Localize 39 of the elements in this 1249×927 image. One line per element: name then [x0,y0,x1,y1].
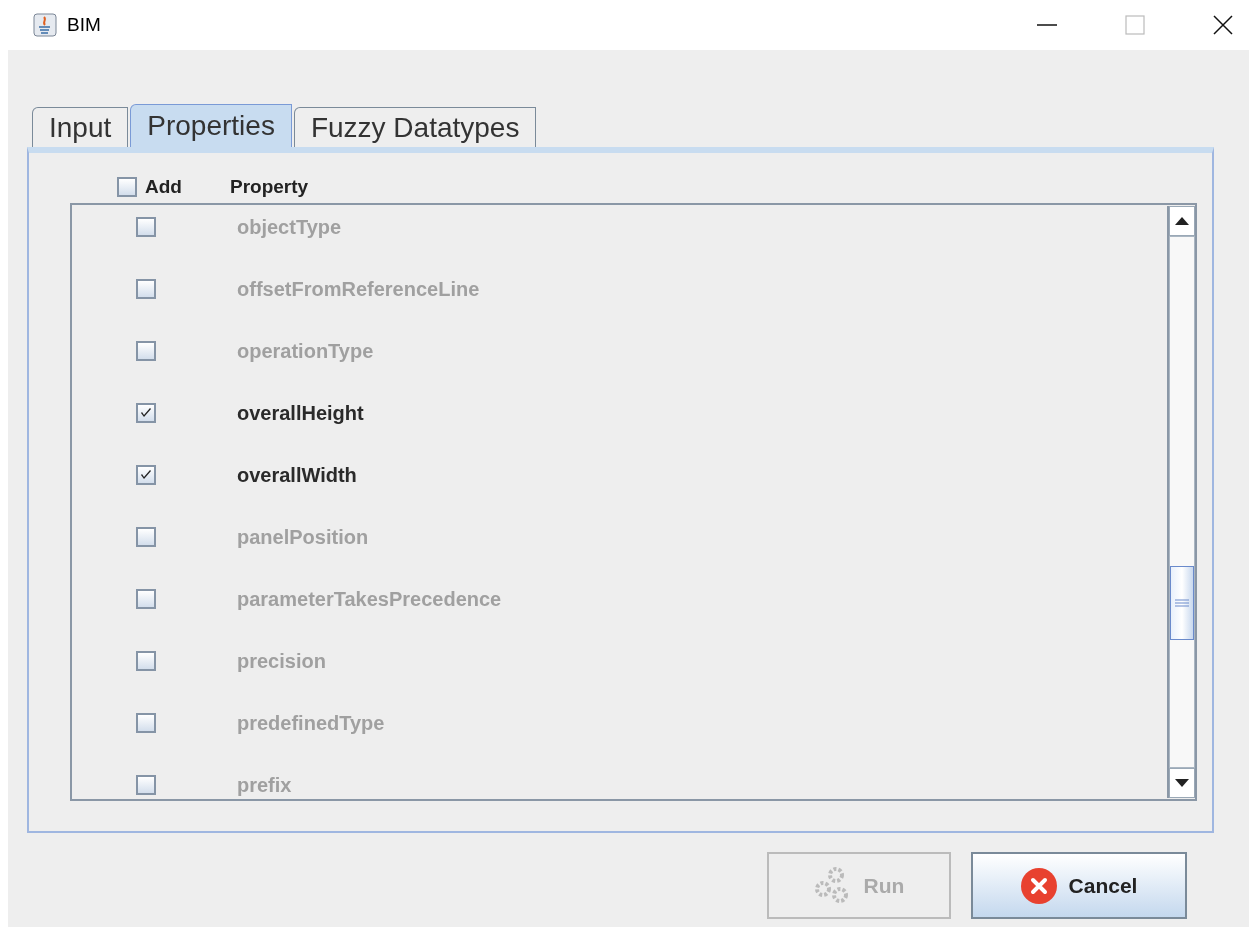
checkbox[interactable] [136,465,156,485]
property-name: overallWidth [237,463,357,487]
scrollbar-thumb[interactable] [1170,566,1194,640]
property-name: offsetFromReferenceLine [237,277,480,301]
column-header: Property [230,176,309,198]
checkbox[interactable] [136,279,156,299]
checkbox[interactable] [136,589,156,609]
tab[interactable]: Properties [130,104,292,147]
checkbox[interactable] [136,341,156,361]
window-title: BIM [67,14,101,36]
checkbox[interactable] [136,713,156,733]
checkbox[interactable] [136,217,156,237]
scroll-up-button[interactable] [1169,206,1195,236]
property-name: operationType [237,339,374,363]
checkbox[interactable] [136,775,156,795]
tab[interactable]: Input [32,107,129,147]
grip-icon [1175,599,1189,607]
cancel-button[interactable]: Cancel [971,852,1187,919]
property-name: predefinedType [237,711,385,735]
maximize-icon [1125,15,1145,35]
app-icon [33,13,57,37]
caret-up-icon [1175,217,1189,225]
property-name: precision [237,649,326,673]
caret-down-icon [1175,779,1189,787]
property-name: overallHeight [237,401,364,425]
tab[interactable]: Fuzzy Datatypes [293,107,537,147]
minimize-icon [1037,24,1057,26]
checkbox[interactable] [136,651,156,671]
property-name: prefix [237,773,292,797]
checkbox[interactable] [117,177,137,197]
scroll-down-button[interactable] [1169,768,1195,798]
checkbox[interactable] [136,527,156,547]
column-header: Add [145,176,183,198]
property-name: parameterTakesPrecedence [237,587,502,611]
close-icon [1213,15,1233,35]
property-name: objectType [237,215,342,239]
checkbox[interactable] [136,403,156,423]
property-name: panelPosition [237,525,369,549]
close-icon [1020,867,1057,904]
